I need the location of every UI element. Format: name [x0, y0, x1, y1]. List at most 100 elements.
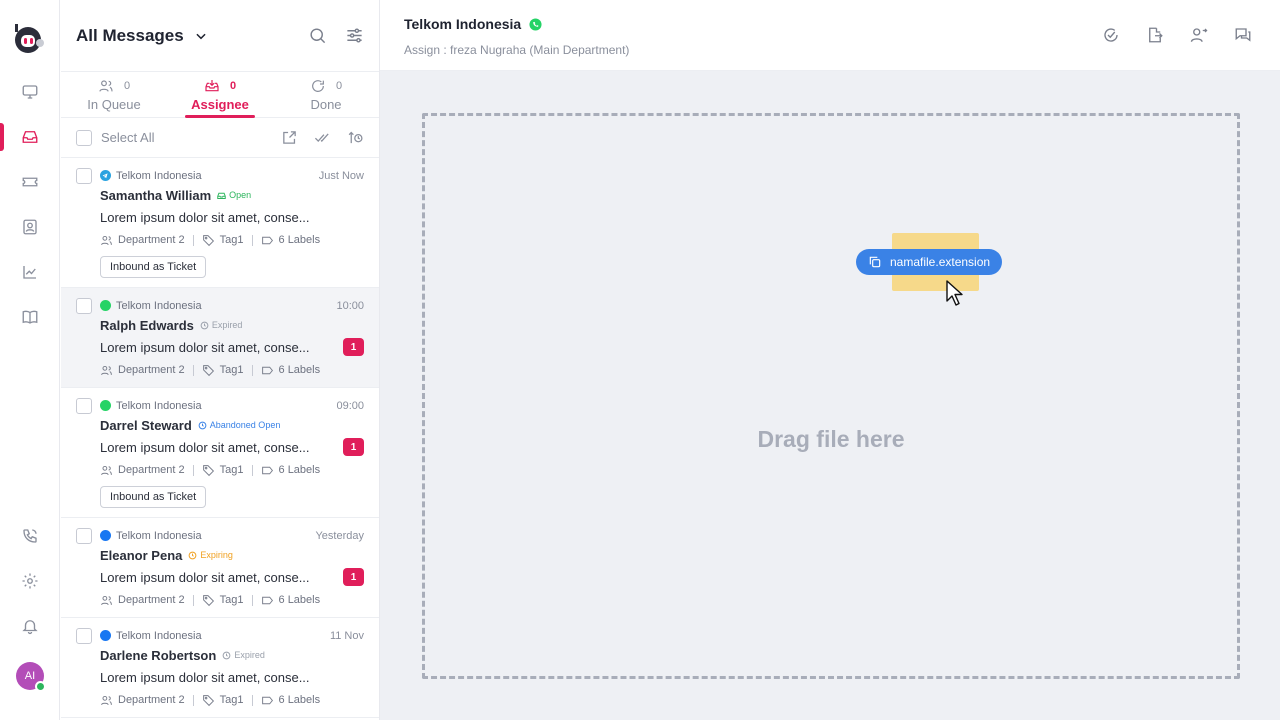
- item-checkbox[interactable]: [76, 628, 92, 644]
- message-preview: Lorem ipsum dolor sit amet, conse...: [100, 569, 310, 585]
- item-labels: 6 Labels: [278, 594, 321, 606]
- label-icon: [261, 466, 273, 474]
- nav-inbox[interactable]: [0, 117, 60, 157]
- select-all-label[interactable]: Select All: [101, 130, 154, 145]
- item-checkbox[interactable]: [76, 398, 92, 414]
- item-source: Telkom Indonesia: [116, 169, 202, 182]
- dragged-file-name: namafile.extension: [890, 255, 991, 269]
- item-checkbox[interactable]: [76, 168, 92, 184]
- nav-dashboard[interactable]: [0, 72, 60, 112]
- contact-name: Samantha William: [100, 187, 212, 203]
- item-time: 09:00: [336, 399, 364, 412]
- inbound-as-ticket-button[interactable]: Inbound as Ticket: [100, 486, 207, 508]
- item-department: Department 2: [118, 694, 185, 706]
- tab-count: 0: [229, 80, 237, 92]
- whatsapp-icon: [100, 400, 111, 411]
- phone-icon: [23, 529, 37, 543]
- book-icon: [22, 310, 38, 324]
- nav-tickets[interactable]: [0, 162, 60, 202]
- tab-count: 0: [123, 80, 131, 92]
- nav-knowledge[interactable]: [0, 297, 60, 337]
- tag-icon: [202, 364, 214, 376]
- user-avatar[interactable]: AI: [16, 662, 46, 692]
- item-tag: Tag1: [219, 364, 244, 376]
- item-time: 11 Nov: [329, 629, 364, 642]
- tab-assignee[interactable]: 0 Assignee: [167, 72, 273, 117]
- clock-off-icon: [200, 321, 209, 329]
- online-status-dot: [35, 681, 46, 692]
- item-source: Telkom Indonesia: [116, 399, 202, 412]
- unread-badge: 1: [343, 438, 364, 456]
- tag-icon: [202, 694, 214, 706]
- list-title[interactable]: All Messages: [76, 26, 184, 46]
- chevron-down-icon[interactable]: [194, 29, 208, 43]
- item-tag: Tag1: [219, 464, 244, 476]
- item-labels: 6 Labels: [278, 234, 321, 246]
- whatsapp-icon: [529, 17, 542, 31]
- export-inbox-icon[interactable]: [281, 129, 298, 146]
- item-time: Just Now: [318, 169, 364, 182]
- avatar-initials: AI: [24, 670, 36, 682]
- status-badge: Expired: [222, 650, 265, 660]
- inbound-as-ticket-button[interactable]: Inbound as Ticket: [100, 256, 207, 278]
- nav-settings[interactable]: [0, 561, 60, 601]
- nav-analytics[interactable]: [0, 252, 60, 292]
- message-preview: Lorem ipsum dolor sit amet, conse...: [100, 439, 310, 455]
- nav-contacts[interactable]: [0, 207, 60, 247]
- chat-bubbles-icon[interactable]: [1234, 26, 1252, 44]
- conversation-item[interactable]: Telkom Indonesia 09:00 Darrel Steward Ab…: [61, 388, 379, 518]
- tab-in-queue[interactable]: 0 In Queue: [61, 72, 167, 117]
- conversation-item[interactable]: Telkom Indonesia Just Now Samantha Willi…: [61, 158, 379, 288]
- double-check-icon[interactable]: [314, 129, 331, 146]
- monitor-icon: [22, 85, 38, 99]
- reassign-user-icon[interactable]: [1190, 26, 1208, 44]
- item-time: 10:00: [336, 299, 364, 312]
- conversation-item[interactable]: Telkom Indonesia Yesterday Eleanor Pena …: [61, 518, 379, 618]
- unread-badge: 1: [343, 338, 364, 356]
- item-checkbox[interactable]: [76, 528, 92, 544]
- item-checkbox[interactable]: [76, 298, 92, 314]
- conversation-item[interactable]: Telkom Indonesia 10:00 Ralph Edwards Exp…: [61, 288, 379, 388]
- tab-count: 0: [335, 80, 343, 92]
- select-all-checkbox[interactable]: [76, 129, 92, 146]
- label-icon: [261, 366, 273, 374]
- label-icon: [261, 696, 273, 704]
- search-icon[interactable]: [308, 26, 327, 45]
- inbox-icon: [22, 131, 38, 143]
- copy-icon: [869, 256, 881, 268]
- bot-logo-icon[interactable]: [13, 22, 45, 56]
- tab-done[interactable]: 0 Done: [273, 72, 379, 117]
- chat-header: Telkom Indonesia Assign : freza Nugraha …: [380, 0, 1280, 71]
- item-tag: Tag1: [219, 694, 244, 706]
- item-department: Department 2: [118, 464, 185, 476]
- nav-rail: AI: [0, 0, 60, 720]
- inbox-download-icon: [205, 80, 219, 92]
- clock-alert-icon: [189, 551, 197, 559]
- nav-notifications[interactable]: [0, 606, 60, 646]
- item-labels: 6 Labels: [278, 464, 321, 476]
- users-icon: [101, 365, 112, 375]
- nav-calls[interactable]: [0, 516, 60, 556]
- users-icon: [101, 695, 112, 705]
- message-list-panel: All Messages 0 In Queue 0 Assignee 0 Don…: [61, 0, 380, 720]
- item-time: Yesterday: [315, 529, 364, 542]
- item-department: Department 2: [118, 234, 185, 246]
- bell-icon: [22, 620, 38, 635]
- users-icon: [99, 80, 113, 92]
- resolve-check-icon[interactable]: [1102, 26, 1120, 44]
- file-dropzone[interactable]: Drag file here: [422, 113, 1240, 679]
- filter-sliders-icon[interactable]: [345, 26, 364, 45]
- refresh-check-icon: [312, 80, 324, 92]
- drop-instruction: Drag file here: [757, 426, 905, 452]
- status-badge: Expiring: [188, 550, 233, 560]
- file-export-icon[interactable]: [1146, 26, 1164, 44]
- item-tag: Tag1: [219, 594, 244, 606]
- conversation-item[interactable]: Telkom Indonesia 11 Nov Darlene Robertso…: [61, 618, 379, 718]
- contact-name: Eleanor Pena: [100, 547, 183, 563]
- sort-time-icon[interactable]: [347, 129, 364, 146]
- gear-icon: [22, 573, 38, 589]
- assignment-info: Assign : freza Nugraha (Main Department): [404, 43, 630, 57]
- whatsapp-icon: [100, 300, 111, 311]
- item-department: Department 2: [118, 364, 185, 376]
- status-badge: Expired: [200, 320, 242, 330]
